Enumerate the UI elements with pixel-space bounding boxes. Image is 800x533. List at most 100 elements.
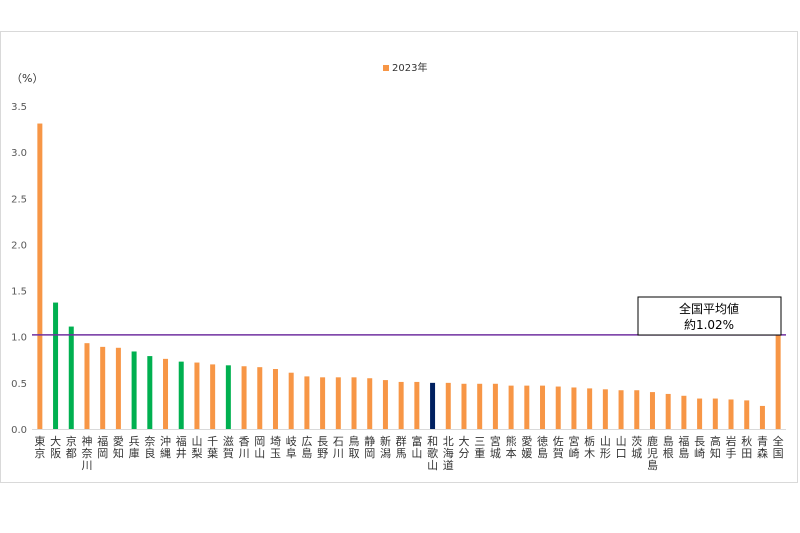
x-tick-label: 岡山 [254,435,265,460]
bar-大阪 [53,302,59,429]
bar-秋田 [744,400,750,429]
bar-沖縄 [163,358,169,429]
bars [37,123,781,429]
x-tick-label: 大阪 [50,434,61,460]
x-axis-labels: 東京大阪京都神奈川福岡愛知兵庫奈良沖縄福井山梨千葉滋賀香川岡山埼玉岐阜広島長野石… [34,434,783,472]
bar-愛知 [115,347,121,429]
bar-青森 [759,405,765,429]
x-tick-label: 山形 [600,435,611,460]
x-tick-label: 岩手 [726,434,737,460]
bar-山形 [602,389,608,429]
x-tick-label: 愛知 [113,435,124,460]
bar-高知 [712,398,718,429]
x-tick-label: 奈良 [144,434,155,460]
bar-山口 [618,390,624,429]
bar-福島 [681,395,687,429]
bar-鳥取 [351,377,357,429]
x-tick-label: 岐阜 [286,435,297,460]
x-tick-label: 広島 [301,435,312,460]
bar-茨城 [634,390,640,429]
x-tick-label: 長野 [317,435,328,460]
y-tick-label: 1.0 [11,333,27,344]
x-tick-label: 神奈川 [81,434,92,472]
y-tick-label: 2.5 [11,194,27,205]
x-tick-label: 山梨 [191,435,202,460]
bar-岐阜 [288,372,294,429]
bar-東京 [37,123,43,429]
x-tick-label: 高知 [710,434,721,460]
bar-神奈川 [84,343,90,429]
x-tick-label: 大分 [458,434,469,460]
x-tick-label: 島根 [663,434,674,460]
x-tick-label: 三重 [474,435,485,460]
x-tick-label: 鹿児島 [647,434,658,472]
x-tick-label: 京都 [66,434,77,460]
bar-熊本 [508,385,514,429]
chart-frame: （%） 2023年 0.0 0.5 1.0 1.5 2.0 2.5 3.0 3.5 東京 大阪京… [0,31,798,483]
x-tick-label: 鳥取 [349,434,360,460]
bar-香川 [241,366,247,429]
bar-北海道 [445,382,451,429]
x-tick-label: 熊本 [506,434,517,460]
x-tick-label: 千葉 [207,435,218,460]
bar-和歌山 [430,382,436,429]
x-tick-label: 徳島 [537,435,548,460]
y-tick-label: 0.0 [11,425,27,436]
legend: 2023年 [383,61,427,74]
bar-島根 [665,393,671,429]
y-tick-label: 3.0 [11,148,27,159]
legend-label-2023: 2023年 [392,61,427,74]
x-tick-label: 茨城 [631,434,642,460]
callout-line-1: 全国平均値 [679,301,739,316]
bar-大分 [461,383,467,429]
x-tick-label: 山口 [616,435,627,460]
x-tick-label: 新潟 [380,434,391,460]
x-tick-label: 香川 [239,435,250,460]
bar-宮崎 [571,387,577,429]
x-tick-label: 宮崎 [568,434,579,460]
bar-三重 [477,383,483,429]
x-tick-label: 静岡 [364,434,375,460]
x-tick-label: 福井 [176,434,187,460]
bar-群馬 [398,381,404,429]
y-tick-label: 3.5 [11,102,27,113]
bar-鹿児島 [649,392,655,429]
bar-徳島 [540,385,546,429]
x-tick-label: 滋賀 [223,435,234,460]
x-tick-label: 兵庫 [129,435,140,460]
bar-千葉 [210,364,216,429]
bar-京都 [68,326,74,429]
bar-福井 [178,361,184,429]
bar-埼玉 [272,369,278,429]
bar-岩手 [728,399,734,429]
bar-広島 [304,376,310,429]
y-tick-label: 1.5 [11,287,27,298]
x-tick-label: 北海道 [443,435,454,472]
x-tick-label: 石川 [333,435,344,460]
x-tick-label: 秋田 [741,434,752,460]
bar-静岡 [367,378,373,429]
x-tick-label: 栃木 [584,434,595,460]
bar-全国 [775,334,781,429]
x-tick-label: 東京 [34,435,45,460]
x-tick-label: 福島 [678,434,689,460]
x-tick-label: 宮城 [490,434,501,460]
x-tick-label: 埼玉 [270,434,281,460]
bar-宮城 [492,383,498,429]
bar-福岡 [100,346,106,429]
bar-兵庫 [131,351,137,429]
bar-長崎 [697,398,703,429]
x-tick-label: 沖縄 [160,435,171,460]
bar-長野 [320,377,326,429]
y-tick-label: 0.5 [11,379,27,390]
bar-佐賀 [555,386,561,429]
bar-山梨 [194,362,200,429]
bar-岡山 [257,367,263,429]
average-callout: 全国平均値 約1.02% [637,296,782,336]
bar-滋賀 [225,365,231,429]
y-tick-label: 2.0 [11,240,27,251]
x-tick-label: 富山 [411,434,422,460]
x-tick-label: 長崎 [694,435,705,460]
x-tick-label: 福岡 [97,434,108,460]
bar-奈良 [147,356,153,429]
